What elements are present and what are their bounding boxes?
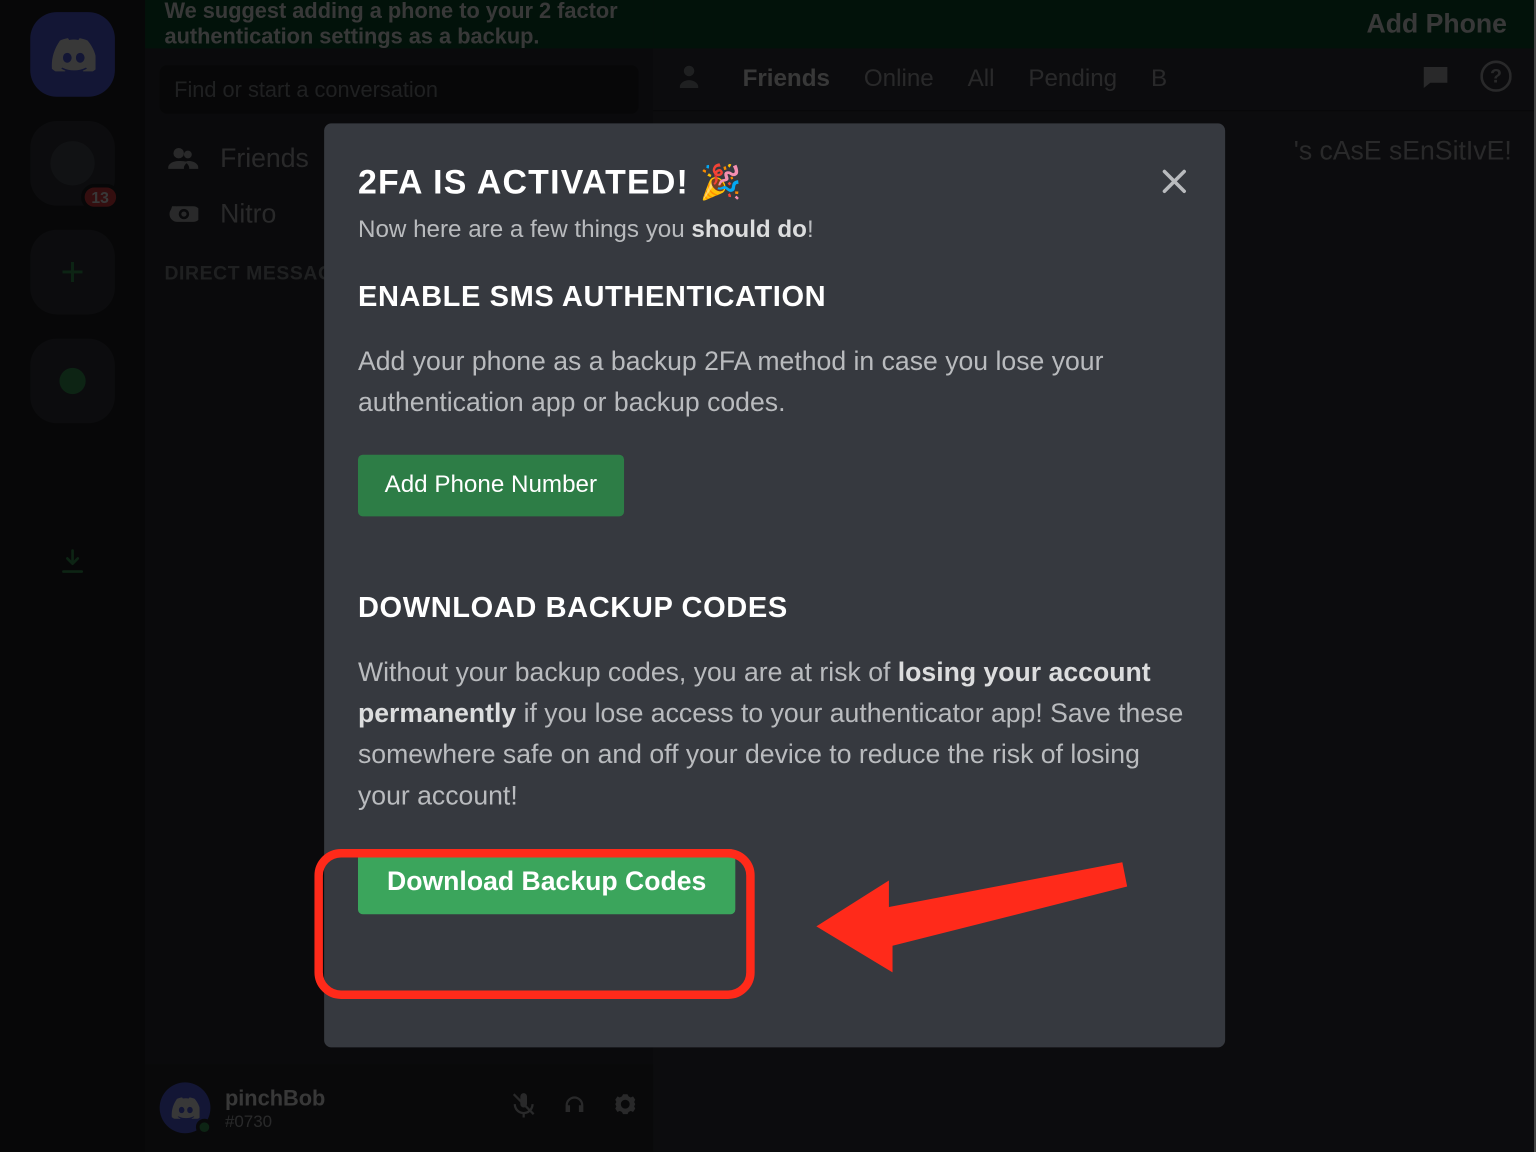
- modal-subtitle: Now here are a few things you should do!: [358, 212, 1191, 249]
- sms-auth-heading: ENABLE SMS AUTHENTICATION: [358, 281, 1191, 315]
- modal-title: 2FA IS ACTIVATED! 🎉: [358, 162, 1191, 202]
- two-fa-activated-modal: 2FA IS ACTIVATED! 🎉 Now here are a few t…: [324, 123, 1225, 1046]
- party-popper-icon: 🎉: [700, 163, 743, 200]
- sms-auth-body: Add your phone as a backup 2FA method in…: [358, 341, 1191, 423]
- modal-subtitle-bold: should do: [691, 216, 807, 243]
- close-icon: [1157, 164, 1191, 198]
- modal-subtitle-post: !: [807, 216, 814, 243]
- modal-title-text: 2FA IS ACTIVATED!: [358, 163, 689, 200]
- backup-codes-body: Without your backup codes, you are at ri…: [358, 652, 1191, 817]
- download-backup-codes-button[interactable]: Download Backup Codes: [358, 848, 735, 913]
- backup-codes-body-pre: Without your backup codes, you are at ri…: [358, 657, 898, 687]
- backup-codes-heading: DOWNLOAD BACKUP CODES: [358, 592, 1191, 626]
- close-button[interactable]: [1148, 155, 1201, 208]
- add-phone-number-button[interactable]: Add Phone Number: [358, 455, 624, 517]
- modal-subtitle-pre: Now here are a few things you: [358, 216, 691, 243]
